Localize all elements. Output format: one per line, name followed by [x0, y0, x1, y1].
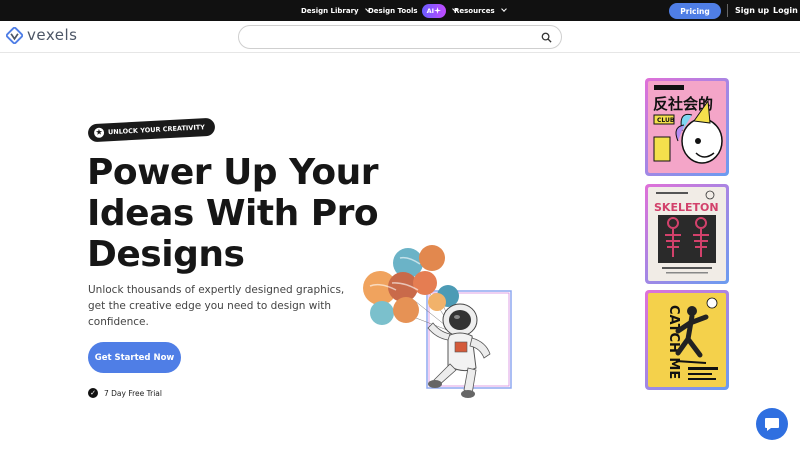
search-input[interactable]	[238, 25, 562, 49]
astronaut-balloons-illustration	[363, 245, 512, 398]
tag-label: UNLOCK YOUR CREATIVITY	[107, 123, 206, 137]
headline-line-1: Power Up Your	[87, 152, 379, 193]
hero-headline: Power Up Your Ideas With Pro Designs	[87, 152, 387, 275]
card2-title: SKELETON	[654, 201, 719, 214]
card3-title: CATCH ME	[666, 305, 681, 379]
chevron-down-icon	[500, 6, 507, 12]
pricing-button[interactable]: Pricing	[669, 3, 721, 19]
headline-line-2: Ideas With Pro	[87, 193, 379, 234]
free-trial-label: 7 Day Free Trial	[104, 388, 162, 398]
design-card-skeleton[interactable]: SKELETON	[645, 184, 729, 284]
sparkle-icon	[434, 7, 442, 14]
free-trial-note: ✓ 7 Day Free Trial	[88, 388, 162, 398]
design-card-unicorn[interactable]: 反社会的 CLUB	[645, 78, 729, 176]
headline-line-3: Designs	[87, 234, 245, 275]
nav-resources[interactable]: Resources	[454, 0, 507, 21]
unlock-creativity-tag: ★ UNLOCK YOUR CREATIVITY	[87, 117, 216, 143]
nav-resources-label: Resources	[454, 6, 495, 15]
sign-up-link[interactable]: Sign up	[735, 0, 769, 21]
logo[interactable]: vexels	[6, 26, 77, 44]
header: vexels	[0, 21, 800, 53]
design-card-image: SKELETON	[648, 187, 726, 281]
star-icon: ★	[93, 127, 105, 139]
design-card-image: CATCH ME	[648, 293, 726, 387]
nav-divider	[727, 4, 728, 17]
checkmark-icon: ✓	[88, 388, 98, 398]
nav-design-tools-label: Design Tools	[368, 6, 418, 15]
ai-badge: AI	[421, 3, 447, 18]
vexels-logo-icon	[6, 26, 23, 44]
nav-design-library[interactable]: Design Library	[301, 0, 371, 21]
nav-design-tools[interactable]: Design Tools AI	[368, 0, 458, 21]
chat-support-button[interactable]	[756, 408, 788, 440]
chat-icon	[765, 417, 779, 431]
logo-text: vexels	[27, 26, 78, 44]
login-link[interactable]: Login	[773, 0, 798, 21]
unicorn-design-illustration: 反社会的 CLUB	[648, 81, 726, 173]
nav-design-library-label: Design Library	[301, 6, 359, 15]
get-started-button[interactable]: Get Started Now	[88, 342, 181, 373]
hero-subtext: Unlock thousands of expertly designed gr…	[88, 284, 345, 328]
top-navigation-bar: Design Library Design Tools AI Resources…	[0, 0, 800, 21]
design-card-catch-me[interactable]: CATCH ME	[645, 290, 729, 390]
card1-caption: CLUB	[657, 117, 675, 124]
search-icon[interactable]	[541, 32, 552, 43]
design-card-image: 反社会的 CLUB	[648, 81, 726, 173]
catch-me-design-illustration: CATCH ME	[648, 293, 726, 387]
skeleton-design-illustration: SKELETON	[648, 187, 726, 281]
